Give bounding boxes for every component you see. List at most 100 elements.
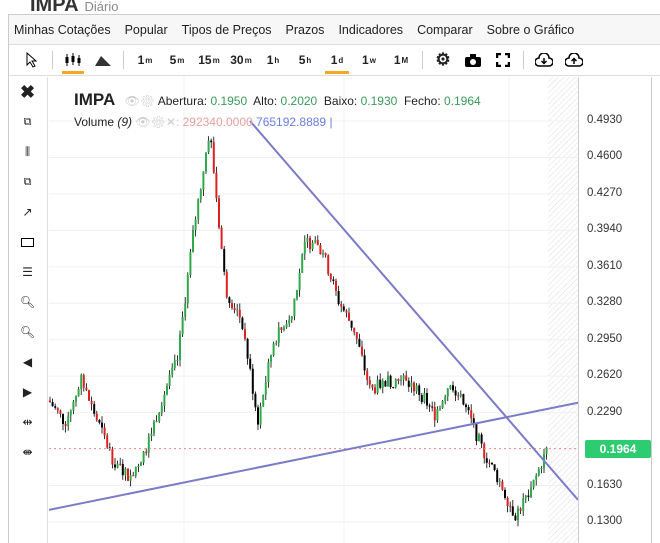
timeframe-1M[interactable]: 1M: [385, 45, 417, 76]
gear-icon[interactable]: ⚙: [140, 94, 155, 108]
menu-item[interactable]: Minhas Cotações: [14, 23, 111, 37]
candle-body: [127, 468, 129, 481]
fullscreen-button[interactable]: [488, 45, 518, 76]
candle-body: [524, 495, 527, 499]
candle-body: [423, 393, 426, 403]
candlestick-type-button[interactable]: [58, 45, 88, 76]
zoom-horizontal-out-button[interactable]: ⇼: [8, 437, 47, 467]
price-axis[interactable]: 0.4930 0.4600 0.4270 0.3940 0.3610 0.3280 0.29…: [578, 77, 652, 543]
eye-icon[interactable]: 👁: [135, 115, 150, 129]
remove-drawings-button[interactable]: ⧉: [8, 107, 47, 137]
scroll-left-button[interactable]: ◀: [8, 347, 47, 377]
rectangle-tool-button[interactable]: [8, 227, 47, 257]
scroll-right-icon: ▶: [22, 385, 33, 399]
candle-body: [119, 463, 122, 465]
clone-button[interactable]: ⧉: [8, 167, 47, 197]
candle-body: [142, 451, 145, 463]
candle-body: [75, 396, 77, 402]
timeframe-unit: h: [306, 55, 312, 65]
candle-body: [480, 434, 483, 444]
candle-body: [160, 405, 163, 414]
upload-button[interactable]: [559, 45, 589, 76]
candle-body: [137, 465, 140, 467]
timeframe-number: 1: [330, 53, 338, 67]
trendline: [249, 120, 578, 501]
menu-item[interactable]: Popular: [125, 23, 168, 37]
menu-item[interactable]: Indicadores: [338, 23, 403, 37]
candle-body: [340, 304, 343, 307]
candle-body: [496, 469, 499, 483]
candle-body: [392, 386, 395, 388]
candle-body: [207, 140, 210, 153]
candle-body: [262, 394, 265, 407]
menu-item[interactable]: Tipos de Preços: [182, 23, 272, 37]
timeframe-1m[interactable]: 1m: [129, 45, 161, 76]
cursor-tool-button[interactable]: [17, 45, 47, 76]
candle-body: [384, 381, 387, 387]
candle-body: [413, 382, 415, 392]
eye-icon[interactable]: 👁: [125, 94, 140, 108]
candle-body: [218, 198, 220, 228]
candle-body: [249, 358, 252, 369]
timeframe-1d[interactable]: 1d: [321, 45, 353, 76]
candle-body: [54, 406, 57, 408]
candle-body: [348, 312, 350, 321]
candle-body: [441, 401, 444, 408]
candle-body: [51, 401, 54, 407]
scroll-left-icon: ◀: [22, 355, 33, 369]
menu-item[interactable]: Comparar: [417, 23, 473, 37]
candle-body: [327, 255, 330, 274]
scroll-right-button[interactable]: ▶: [8, 377, 47, 407]
zoom-out-button[interactable]: 🔍︎: [8, 317, 47, 347]
zoom-in-button[interactable]: 🔍︎: [8, 287, 47, 317]
remove-indicators-button[interactable]: ⫼: [8, 137, 47, 167]
menu-item[interactable]: Prazos: [286, 23, 325, 37]
candle-body: [465, 404, 467, 408]
timeframe-unit: m: [212, 55, 220, 65]
timeframe-30m[interactable]: 30 m: [225, 45, 257, 76]
candle-body: [179, 334, 181, 360]
candle-body: [345, 310, 348, 313]
remove-all-button[interactable]: ✖: [8, 77, 47, 107]
lines-tool-button[interactable]: ☰: [8, 257, 47, 287]
zoom-horizontal-in-icon: ⇹: [22, 415, 33, 429]
timeframe-unit: w: [369, 55, 376, 65]
timeframe-number: 1: [137, 53, 145, 67]
zoom-horizontal-in-button[interactable]: ⇹: [8, 407, 47, 437]
candle-body: [64, 424, 67, 427]
close-icon[interactable]: ✕: [166, 115, 176, 129]
candle-body: [181, 316, 184, 335]
gear-icon[interactable]: ⚙: [151, 115, 166, 129]
price-chart[interactable]: [49, 77, 578, 543]
candle-body: [280, 327, 283, 330]
close-label: Fecho:: [403, 94, 441, 108]
candle-body: [290, 316, 293, 320]
candle-body: [540, 468, 543, 470]
candle-body: [62, 413, 64, 425]
candle-body: [228, 297, 231, 304]
timeframe-1w[interactable]: 1w: [353, 45, 385, 76]
high-label: Alto:: [253, 94, 278, 108]
timeframe-15m[interactable]: 15 m: [193, 45, 225, 76]
timeframe-5m[interactable]: 5m: [161, 45, 193, 76]
candle-body: [358, 338, 361, 347]
menu-item[interactable]: Sobre o Gráfico: [487, 23, 575, 37]
screenshot-button[interactable]: [458, 45, 488, 76]
download-button[interactable]: [529, 45, 559, 76]
candle-body: [517, 508, 519, 521]
last-price-tag: 0.1964: [585, 439, 651, 458]
candle-body: [472, 418, 475, 424]
timeframe-5h[interactable]: 5h: [289, 45, 321, 76]
timeframe-number: 15: [198, 53, 212, 67]
settings-button[interactable]: ⚙: [428, 45, 458, 76]
y-tick-label: 0.3610: [587, 259, 623, 272]
horizontal-lines-icon: ☰: [22, 265, 33, 279]
candle-body: [478, 434, 480, 442]
candle-body: [168, 374, 171, 386]
candle-body: [88, 390, 90, 401]
candle-body: [418, 385, 421, 395]
area-type-button[interactable]: [88, 45, 118, 76]
arrow-tool-button[interactable]: ↗: [8, 197, 47, 227]
camera-icon: [465, 53, 481, 67]
timeframe-1h[interactable]: 1h: [257, 45, 289, 76]
